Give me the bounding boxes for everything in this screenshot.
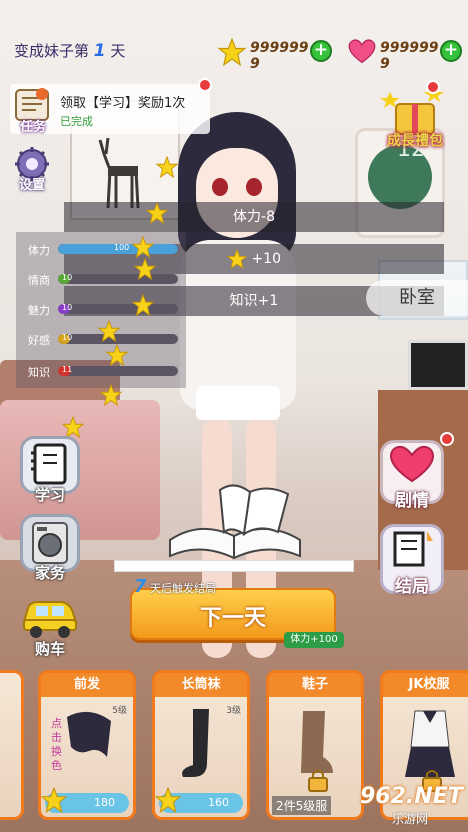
stamina-change: 体力-8 — [64, 202, 444, 232]
story-notification-dot — [440, 432, 454, 446]
stat-stamina: 体力 100 — [28, 240, 188, 260]
day-suffix: 天 — [110, 42, 126, 60]
watermark-logo: 962.NET — [360, 784, 463, 809]
stat-label: 情商 — [28, 274, 50, 287]
stat-charm: 魅力 10 — [28, 300, 188, 320]
day-counter: 变成妹子第 1 天 — [14, 40, 125, 61]
stamina-bonus: 体力+100 — [284, 632, 344, 648]
open-book-icon — [169, 484, 301, 560]
stat-bar: 11 — [58, 366, 178, 376]
room-label[interactable]: 卧室 — [366, 280, 468, 316]
star-icon — [134, 258, 156, 280]
card-title: JK校服 — [383, 673, 468, 697]
days-until-ending-text: 天后触发结局 — [150, 582, 217, 595]
settings-label[interactable]: 设置 — [12, 174, 52, 193]
days-until-ending: 7 天后触发结局 — [134, 576, 216, 597]
stocking-icon — [182, 709, 209, 777]
day-prefix: 变成妹子第 — [14, 42, 90, 60]
stat-label: 魅力 — [28, 304, 50, 317]
star-icon — [155, 787, 181, 813]
stat-value: 100 — [114, 244, 130, 252]
hair-icon — [67, 711, 111, 757]
gold-value: 9999999 — [250, 40, 309, 72]
watermark-sub: 乐游网 — [392, 812, 429, 826]
star-icon — [218, 38, 246, 66]
book-icon — [393, 531, 433, 567]
star-icon — [62, 416, 84, 438]
heart-icon — [348, 39, 376, 64]
story-label[interactable]: 剧情 — [380, 486, 444, 511]
task-icon-label[interactable]: 任务 — [14, 116, 52, 135]
stat-label: 知识 — [28, 366, 50, 379]
star-icon — [132, 294, 154, 316]
card-title: 鞋子 — [269, 673, 361, 697]
stat-label: 体力 — [28, 244, 50, 257]
stats-panel: 体力 100 情商 10 魅力 10 好感 10 知识 11 — [16, 232, 186, 388]
heart-icon — [389, 445, 435, 483]
character-left-eye — [212, 178, 228, 196]
task-status: 已完成 — [60, 115, 93, 128]
day-number: 1 — [93, 41, 106, 61]
hearts-value: 9999999 — [380, 40, 439, 72]
add-hearts-button[interactable]: + — [440, 40, 462, 62]
task-notification-dot — [198, 78, 212, 92]
buy-car-label[interactable]: 购车 — [20, 638, 80, 659]
gift-notification-dot — [426, 80, 440, 94]
chores-label[interactable]: 家务 — [20, 562, 80, 583]
character-shorts — [196, 386, 280, 420]
days-until-ending-number: 7 — [134, 576, 147, 597]
gift-label[interactable]: 成長禮包 — [372, 130, 458, 150]
computer-monitor — [408, 340, 468, 390]
star-icon — [100, 384, 122, 406]
stat-eq: 情商 10 — [28, 270, 188, 290]
star-icon — [156, 156, 178, 178]
star-icon — [227, 249, 247, 269]
star-icon — [146, 202, 168, 224]
clothing-card-bangs[interactable]: 前发 5级 点击换色 180 — [38, 670, 136, 820]
lock-icon — [308, 770, 328, 792]
star-icon — [41, 787, 67, 813]
stat-value: 10 — [62, 334, 73, 342]
stars-change: +10 — [251, 251, 281, 267]
stat-value: 10 — [62, 274, 73, 282]
stat-bar: 10 — [58, 274, 178, 284]
clothing-card-stockings[interactable]: 长筒袜 3级 160 — [152, 670, 250, 820]
star-icon — [98, 320, 120, 342]
add-gold-button[interactable]: + — [310, 40, 332, 62]
previous-card-stub[interactable] — [0, 670, 24, 820]
card-title: 长筒袜 — [155, 673, 247, 697]
card-title: 前发 — [41, 673, 133, 697]
character-right-eye — [246, 178, 262, 196]
star-icon — [106, 344, 128, 366]
day-progress-bar — [114, 560, 354, 572]
task-text: 领取【学习】奖励1次 — [60, 96, 186, 111]
stat-bar: 100 — [58, 244, 178, 254]
star-icon — [132, 236, 154, 258]
stat-bar: 10 — [58, 304, 178, 314]
locked-note: 2件5级服 — [272, 796, 332, 815]
study-label[interactable]: 学习 — [20, 484, 80, 505]
stat-value: 10 — [62, 304, 73, 312]
car-icon — [22, 601, 78, 638]
gold-currency: 9999999 + — [218, 36, 332, 72]
stat-value: 11 — [62, 366, 73, 374]
stat-label: 好感 — [28, 334, 50, 347]
next-day-label[interactable]: 下一天 — [130, 600, 336, 632]
deer-decoration — [98, 137, 140, 209]
hearts-currency: 9999999 + — [348, 36, 462, 72]
ending-label[interactable]: 结局 — [380, 572, 444, 597]
